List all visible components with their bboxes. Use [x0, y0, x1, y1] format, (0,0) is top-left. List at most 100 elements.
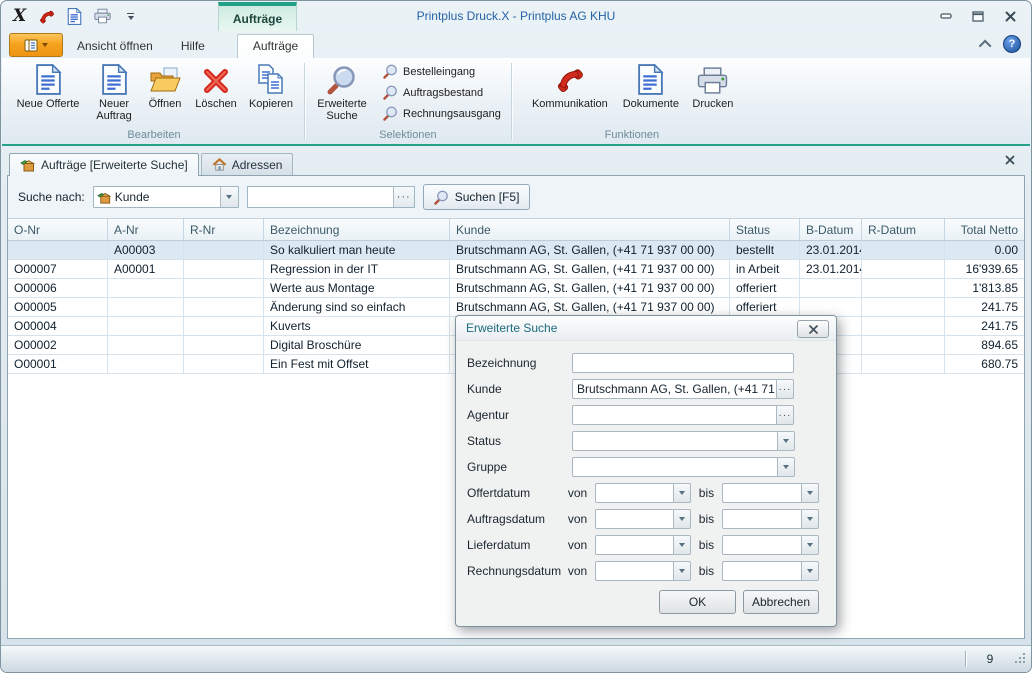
copy-icon — [256, 63, 286, 95]
tab-adressen[interactable]: Adressen — [201, 153, 294, 175]
ribbon-tab-hilfe[interactable]: Hilfe — [167, 35, 219, 58]
gruppe-chevron-down-icon[interactable] — [777, 457, 795, 477]
dialog-title-bar[interactable]: Erweiterte Suche — [456, 316, 836, 341]
field-label: Auftragsdatum — [467, 512, 568, 526]
agentur-lookup-ellipsis-icon[interactable]: ··· — [776, 405, 794, 425]
bezeichnung-input[interactable] — [572, 353, 794, 373]
cell-rdatum — [862, 241, 945, 260]
ribbon-tab-auftraege[interactable]: Aufträge — [237, 34, 314, 58]
auftragsbestand-button[interactable]: Auftragsbestand — [383, 85, 501, 100]
erweiterte-suche-button[interactable]: Erweiterte Suche — [309, 60, 375, 122]
column-header-total[interactable]: Total Netto — [945, 219, 1024, 240]
search-field-selector[interactable]: Kunde — [93, 186, 239, 208]
close-icon[interactable] — [1003, 9, 1017, 23]
maximize-restore-icon[interactable] — [971, 9, 985, 23]
record-count: 9 — [966, 652, 1014, 666]
rechnungsdatum-von-chevron-down-icon[interactable] — [673, 561, 691, 581]
lieferdatum-von-chevron-down-icon[interactable] — [673, 535, 691, 555]
loeschen-button[interactable]: Löschen — [190, 60, 242, 110]
cell-bezeichnung: Werte aus Montage — [264, 279, 450, 298]
search-button[interactable]: Suchen [F5] — [423, 184, 531, 210]
close-view-icon[interactable] — [1005, 152, 1015, 170]
cell-onr: O00006 — [8, 279, 108, 298]
folder-open-icon — [149, 63, 181, 95]
gruppe-select[interactable] — [572, 457, 777, 477]
lieferdatum-bis-input[interactable] — [722, 535, 801, 555]
cancel-button[interactable]: Abbrechen — [743, 590, 819, 614]
auftragsdatum-bis-input[interactable] — [722, 509, 801, 529]
rechnungsdatum-bis-input[interactable] — [722, 561, 801, 581]
column-header-bdatum[interactable]: B-Datum — [800, 219, 862, 240]
dokumente-button[interactable]: Dokumente — [616, 60, 686, 110]
lieferdatum-von-input[interactable] — [595, 535, 673, 555]
field-label: Kunde — [467, 382, 572, 396]
column-header-anr[interactable]: A-Nr — [108, 219, 184, 240]
minimize-icon[interactable] — [939, 9, 953, 23]
kopieren-button[interactable]: Kopieren — [242, 60, 300, 110]
resize-grip[interactable] — [1014, 652, 1028, 666]
item-label: Rechnungsausgang — [403, 108, 501, 120]
tab-label: Aufträge [Erweiterte Suche] — [41, 158, 188, 172]
rechnungsausgang-button[interactable]: Rechnungsausgang — [383, 106, 501, 121]
column-header-rnr[interactable]: R-Nr — [184, 219, 264, 240]
kunde-input[interactable]: Brutschmann AG, St. Gallen, (+41 71 937 — [572, 379, 776, 399]
auftragsdatum-von-chevron-down-icon[interactable] — [673, 509, 691, 529]
table-row[interactable]: A00003 So kalkuliert man heute Brutschma… — [8, 241, 1024, 260]
search-input[interactable] — [248, 187, 393, 207]
field-label: Lieferdatum — [467, 538, 568, 552]
auftragsdatum-bis-chevron-down-icon[interactable] — [801, 509, 819, 529]
chevron-down-icon[interactable] — [220, 187, 238, 207]
field-row-kunde: Kunde Brutschmann AG, St. Gallen, (+41 7… — [467, 379, 819, 399]
offertdatum-bis-chevron-down-icon[interactable] — [801, 483, 819, 503]
column-header-kunde[interactable]: Kunde — [450, 219, 730, 240]
rechnungsdatum-bis-chevron-down-icon[interactable] — [801, 561, 819, 581]
column-header-status[interactable]: Status — [730, 219, 800, 240]
dialog-close-icon[interactable] — [797, 320, 829, 338]
button-label: Erweiterte Suche — [309, 98, 375, 122]
offertdatum-von-input[interactable] — [595, 483, 673, 503]
kunde-lookup-ellipsis-icon[interactable]: ··· — [776, 379, 794, 399]
oeffnen-button[interactable]: Öffnen — [140, 60, 190, 110]
auftragsdatum-von-input[interactable] — [595, 509, 673, 529]
agentur-input[interactable] — [572, 405, 776, 425]
offertdatum-von-chevron-down-icon[interactable] — [673, 483, 691, 503]
button-label: Neue Offerte — [17, 98, 80, 110]
document-icon[interactable] — [67, 8, 82, 25]
column-header-onr[interactable]: O-Nr — [8, 219, 108, 240]
phone-icon[interactable] — [38, 8, 55, 25]
drucken-button[interactable]: Drucken — [686, 60, 740, 110]
table-row[interactable]: O00006 Werte aus Montage Brutschmann AG,… — [8, 279, 1024, 298]
ok-button[interactable]: OK — [659, 590, 736, 614]
status-chevron-down-icon[interactable] — [777, 431, 795, 451]
ribbon-tab-ansicht-oeffnen[interactable]: Ansicht öffnen — [63, 35, 167, 58]
cell-kunde: Brutschmann AG, St. Gallen, (+41 71 937 … — [450, 279, 730, 298]
neue-offerte-button[interactable]: Neue Offerte — [8, 60, 88, 110]
cell-status: in Arbeit — [730, 260, 800, 279]
browse-ellipsis-icon[interactable]: ··· — [393, 187, 414, 207]
rechnungsdatum-von-input[interactable] — [595, 561, 673, 581]
cell-total: 241.75 — [945, 298, 1024, 317]
cell-rnr — [184, 336, 264, 355]
tab-auftraege-erweiterte-suche[interactable]: Aufträge [Erweiterte Suche] — [9, 153, 199, 176]
von-label: von — [568, 538, 595, 552]
bestelleingang-button[interactable]: Bestelleingang — [383, 64, 501, 79]
neuer-auftrag-button[interactable]: Neuer Auftrag — [88, 60, 140, 122]
cell-rdatum — [862, 336, 945, 355]
lieferdatum-bis-chevron-down-icon[interactable] — [801, 535, 819, 555]
offertdatum-bis-input[interactable] — [722, 483, 801, 503]
magnifier-small-icon — [383, 64, 398, 79]
ribbon: Neue Offerte Neuer Auftrag Öffnen — [2, 58, 1030, 146]
app-menu-button[interactable] — [9, 33, 63, 57]
group-separator — [511, 63, 512, 140]
kommunikation-button[interactable]: Kommunikation — [524, 60, 616, 110]
status-select[interactable] — [572, 431, 777, 451]
cell-total: 1'813.85 — [945, 279, 1024, 298]
bis-label: bis — [699, 538, 718, 552]
help-icon[interactable]: ? — [1003, 35, 1021, 53]
column-header-bezeichnung[interactable]: Bezeichnung — [264, 219, 450, 240]
column-header-rdatum[interactable]: R-Datum — [862, 219, 945, 240]
collapse-ribbon-icon[interactable] — [979, 39, 992, 52]
customize-quick-access-icon[interactable] — [127, 13, 134, 20]
table-row[interactable]: O00007 A00001 Regression in der IT Bruts… — [8, 260, 1024, 279]
printer-icon[interactable] — [94, 8, 111, 24]
